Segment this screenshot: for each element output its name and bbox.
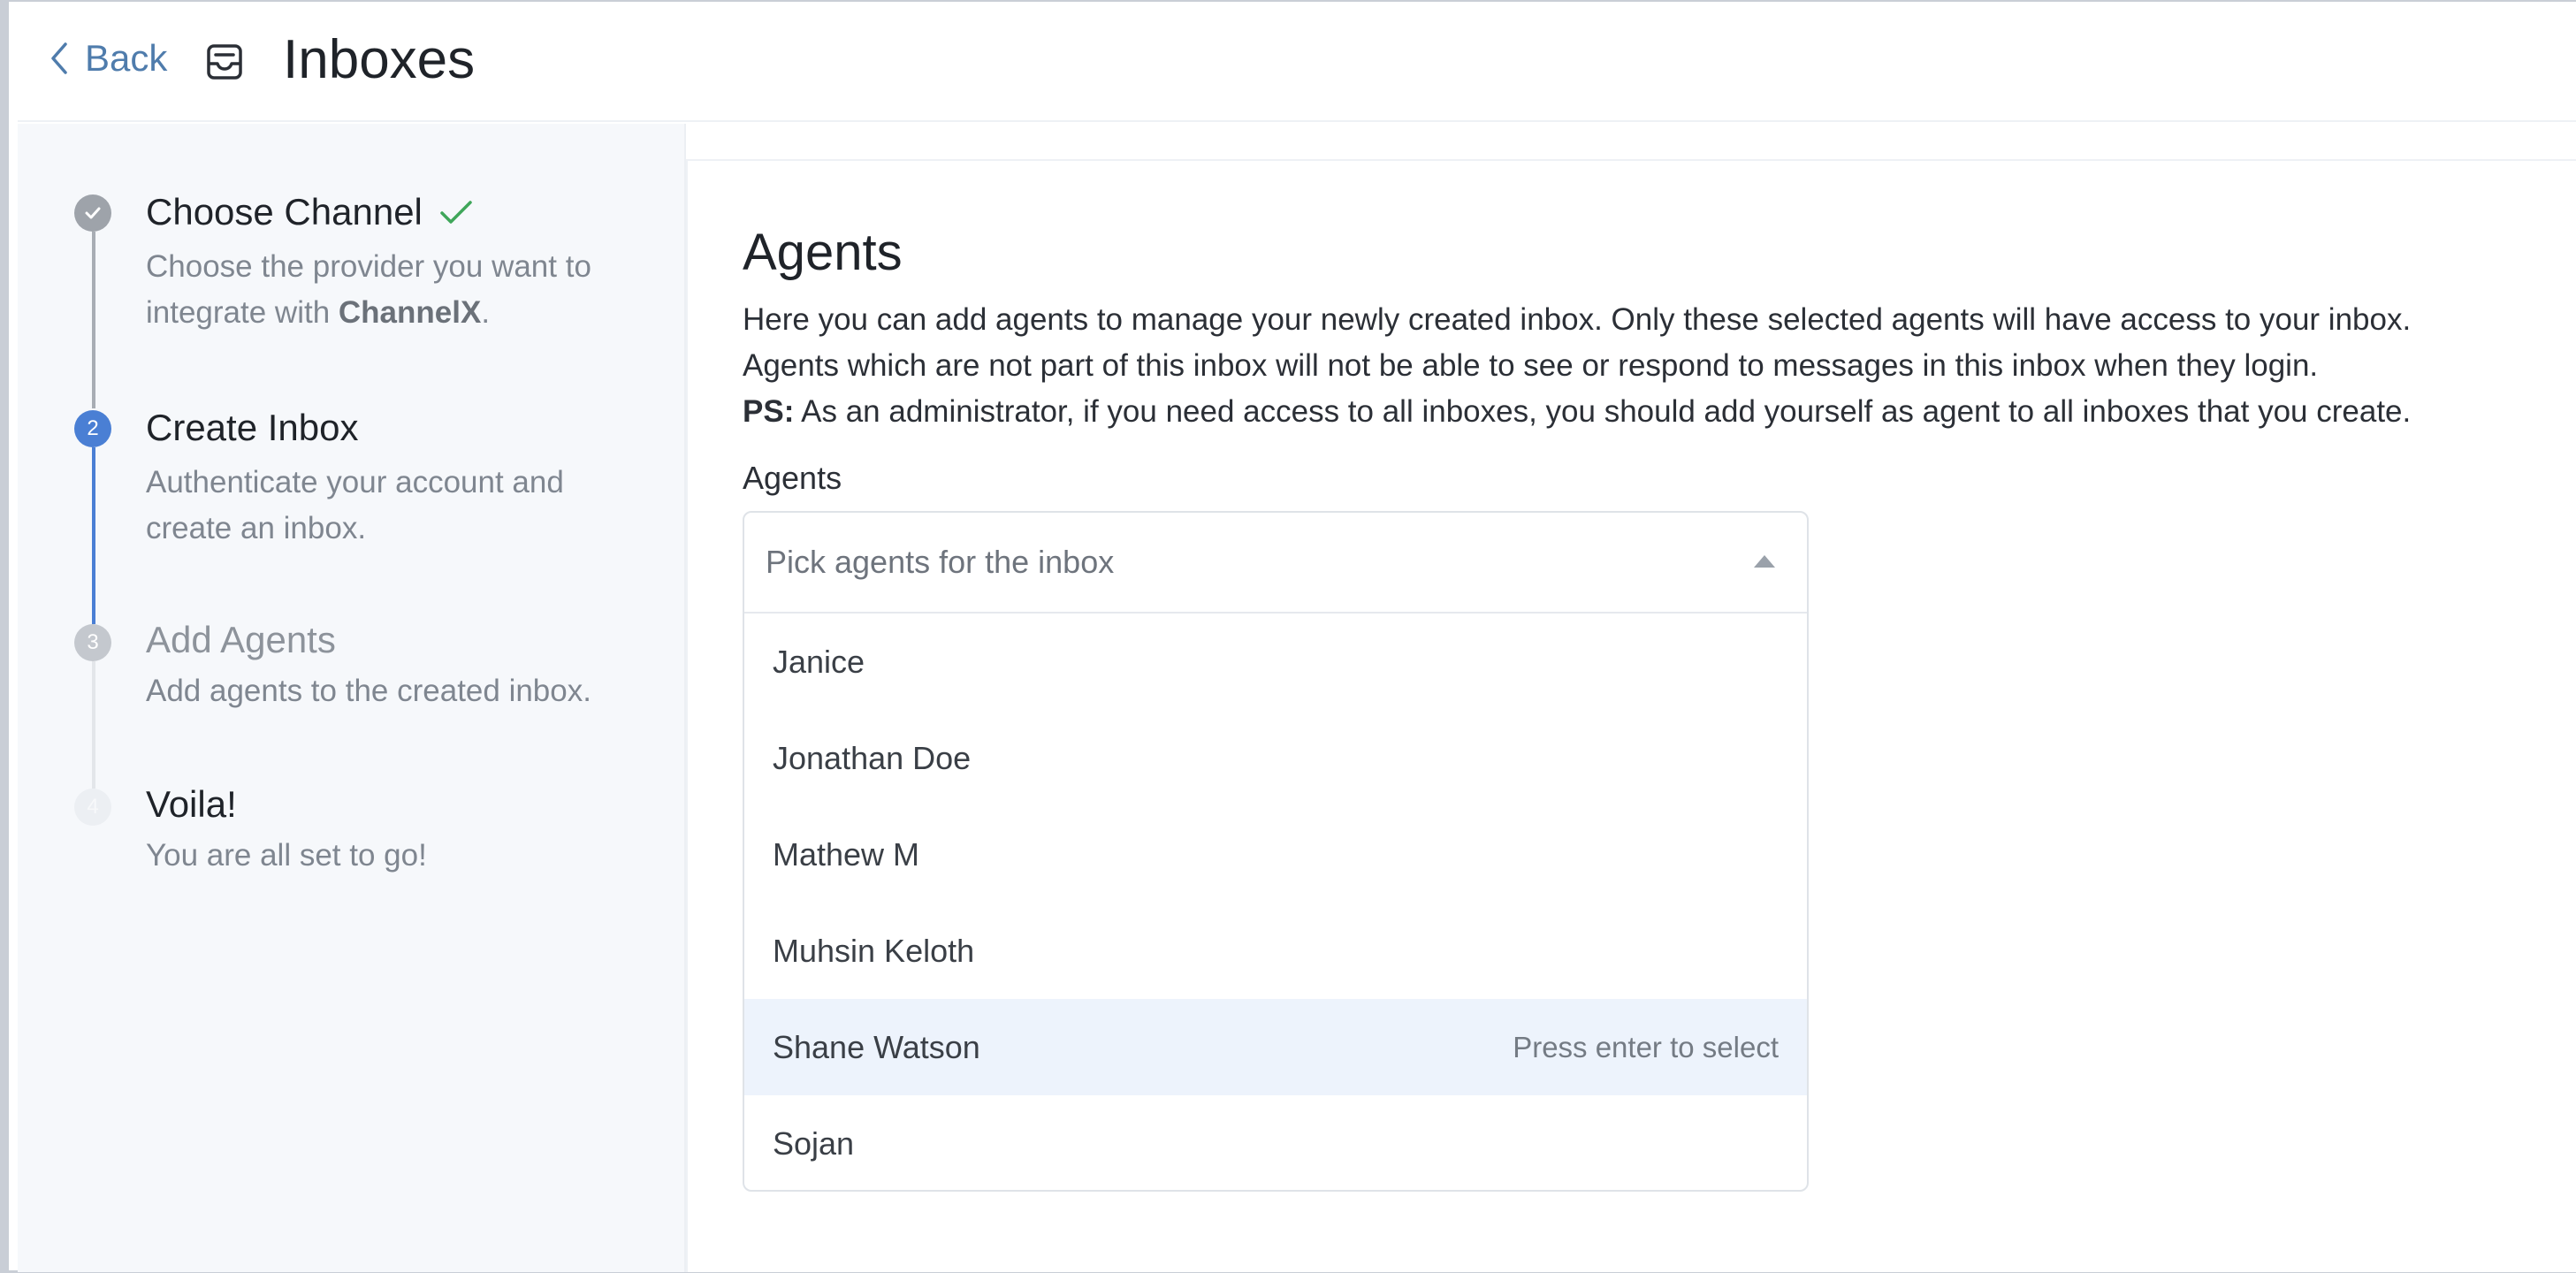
agent-option-highlighted[interactable]: Shane Watson Press enter to select	[744, 999, 1807, 1095]
main-panel: Agents Here you can add agents to manage…	[686, 159, 2576, 1272]
step-description: You are all set to go!	[146, 838, 427, 873]
step-number-badge: 2	[74, 410, 111, 447]
back-link[interactable]: Back	[48, 37, 167, 80]
step-completed-icon	[74, 194, 111, 232]
agent-option-label: Mathew M	[773, 835, 920, 873]
step-connector	[92, 447, 95, 624]
caret-up-icon[interactable]	[1754, 555, 1775, 568]
step-title: Add Agents	[146, 619, 336, 660]
description-line: Agents which are not part of this inbox …	[743, 348, 2319, 383]
step-description: Choose the provider you want to integrat…	[146, 249, 591, 330]
channel-name: ChannelX	[338, 295, 482, 330]
inbox-icon	[207, 44, 242, 80]
step-connector	[92, 232, 95, 408]
section-description: Here you can add agents to manage your n…	[743, 297, 2576, 435]
page-header: Back Inboxes	[18, 4, 2576, 122]
step-description: Add agents to the created inbox.	[146, 674, 591, 708]
agent-option[interactable]: Mathew M	[744, 806, 1807, 903]
step-description: Authenticate your account and create an …	[146, 465, 564, 545]
agent-option-label: Muhsin Keloth	[773, 932, 975, 969]
description-ps: PS: As an administrator, if you need acc…	[743, 394, 2412, 429]
step-title-text: Choose Channel	[146, 191, 423, 232]
agent-option[interactable]: Sojan	[744, 1095, 1807, 1190]
back-label: Back	[85, 37, 168, 79]
multiselect-header[interactable]	[744, 513, 1807, 614]
check-icon	[440, 201, 472, 224]
agent-option[interactable]: Jonathan Doe	[744, 710, 1807, 806]
agent-option-label: Shane Watson	[773, 1028, 980, 1065]
agent-option-label: Sojan	[773, 1124, 855, 1162]
agents-multiselect[interactable]: Janice Jonathan Doe Mathew M Muhsin Kelo…	[743, 511, 1809, 1192]
app-window: Back Inboxes Choose Channel Choose the p…	[0, 0, 2576, 1273]
agent-option-label: Janice	[773, 643, 865, 680]
section-title: Agents	[743, 224, 903, 281]
page-title: Inboxes	[283, 29, 476, 90]
select-hint: Press enter to select	[1513, 1030, 1779, 1063]
agent-option[interactable]: Janice	[744, 614, 1807, 710]
description-line: Here you can add agents to manage your n…	[743, 302, 2412, 337]
agents-field-label: Agents	[743, 460, 842, 496]
step-title: Create Inbox	[146, 407, 359, 448]
agent-option-label: Jonathan Doe	[773, 739, 972, 776]
chevron-left-icon	[51, 42, 67, 74]
step-number-badge: 3	[74, 624, 111, 661]
agents-search-input[interactable]	[766, 534, 1703, 591]
step-title: Choose Channel	[146, 191, 474, 233]
wizard-steps-sidebar: Choose Channel Choose the provider you w…	[18, 124, 686, 1272]
step-title: Voila!	[146, 783, 237, 825]
step-connector	[92, 661, 95, 789]
agent-option[interactable]: Muhsin Keloth	[744, 903, 1807, 999]
step-number-badge: 4	[74, 789, 111, 826]
